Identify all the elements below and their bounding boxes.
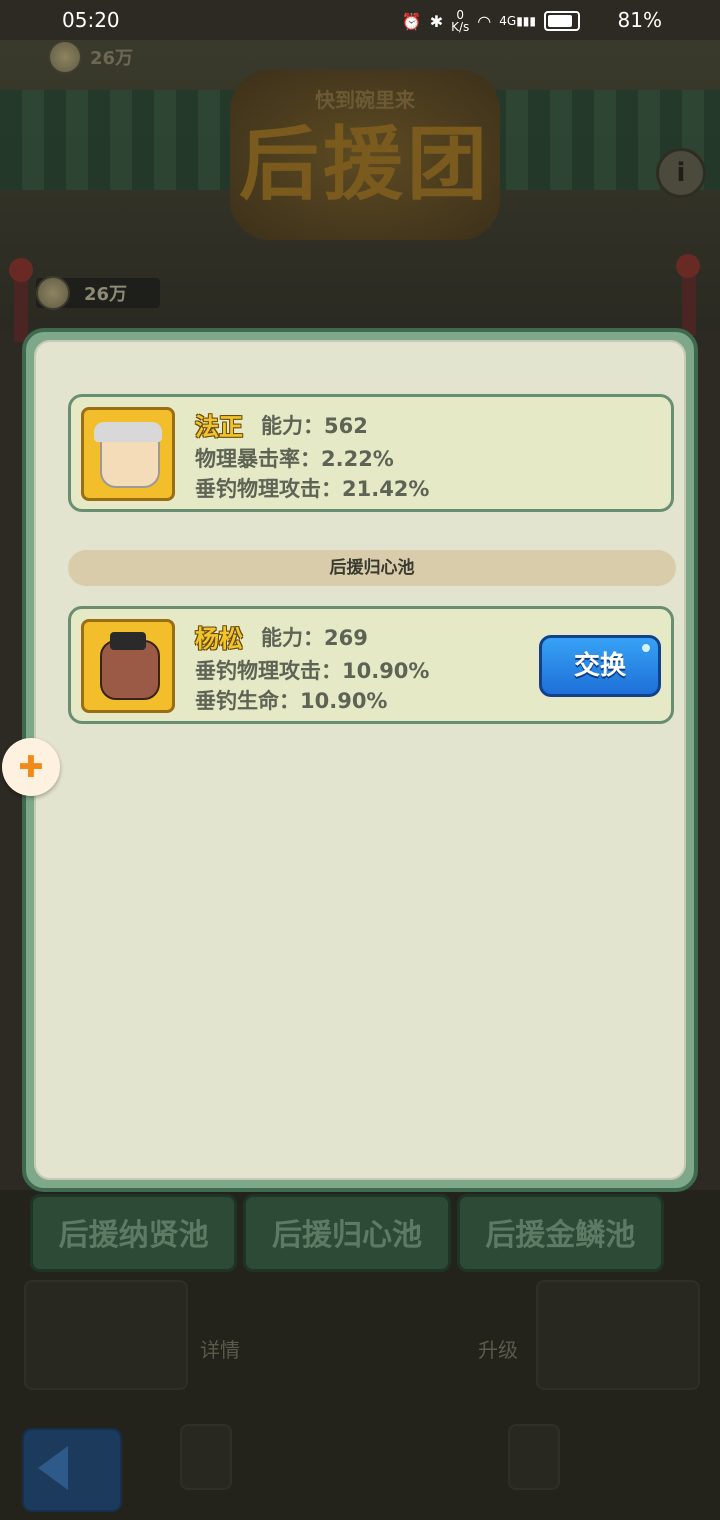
- right-knob: [676, 254, 700, 278]
- gamepad-icon[interactable]: ✚: [2, 738, 60, 796]
- wifi-icon: ◠: [477, 11, 492, 31]
- hat-decoration: [110, 632, 146, 650]
- info-icon[interactable]: i: [656, 148, 706, 198]
- hero-ability: 能力：562: [261, 414, 368, 438]
- signal-label: 4G: [499, 14, 517, 28]
- current-support-card: 法正 能力：562 物理暴击率：2.22% 垂钓物理攻击：21.42%: [68, 394, 674, 512]
- swap-dialog: 法正 能力：562 物理暴击率：2.22% 垂钓物理攻击：21.42% 后援归心…: [22, 328, 698, 1192]
- alarm-icon: ⏰: [401, 11, 422, 31]
- tab-pool-recruit[interactable]: 后援纳贤池: [30, 1194, 238, 1272]
- yangsong-portrait-icon: [81, 619, 175, 713]
- upgrade-label[interactable]: 升级: [478, 1334, 518, 1363]
- hero-stat-2: 垂钓生命：10.90%: [195, 689, 388, 713]
- tab-pool-loyalty[interactable]: 后援归心池: [243, 1194, 451, 1272]
- coin-icon: [48, 40, 82, 74]
- hero-name: 杨松: [195, 625, 243, 653]
- currency-mid-value: 26万: [84, 284, 128, 305]
- hero-stat-2: 垂钓物理攻击：21.42%: [195, 477, 430, 501]
- status-bar: 05:20 ⏰ ✱ 0 K/s ◠ 4G▮▮▮ 81%: [0, 0, 720, 44]
- back-arrow-icon: [38, 1446, 68, 1490]
- hair-decoration: [94, 422, 162, 442]
- net-speed: 0 K/s: [451, 9, 469, 33]
- swap-button-label: 交换: [573, 651, 626, 681]
- hero-ability: 能力：269: [261, 626, 368, 650]
- highlight-dot: [642, 644, 650, 652]
- currency-top-value: 26万: [90, 48, 134, 69]
- hero-name: 法正: [195, 413, 243, 441]
- portrait-slot: [180, 1424, 232, 1490]
- dialog-body: 法正 能力：562 物理暴击率：2.22% 垂钓物理攻击：21.42% 后援归心…: [34, 340, 686, 1180]
- fazheng-portrait-icon: [81, 407, 175, 501]
- status-icons: ⏰ ✱ 0 K/s ◠ 4G▮▮▮: [402, 9, 580, 33]
- battery-percent: 81%: [617, 8, 662, 32]
- tab-pool-golden[interactable]: 后援金鳞池: [456, 1194, 664, 1272]
- signal-icon: 4G▮▮▮: [499, 14, 536, 28]
- currency-display-mid: 26万: [36, 276, 160, 310]
- slot-box: [24, 1280, 188, 1390]
- pool-banner: 后援归心池: [68, 550, 676, 586]
- left-knob: [9, 258, 33, 282]
- swap-button[interactable]: 交换: [539, 635, 661, 697]
- coin-icon: [36, 276, 70, 310]
- currency-display-top: 26万: [48, 40, 133, 74]
- slot-box: [536, 1280, 700, 1390]
- back-button[interactable]: [22, 1428, 122, 1512]
- pool-tabs: 后援纳贤池 后援归心池 后援金鳞池: [30, 1194, 664, 1272]
- pool-support-card: 杨松 能力：269 垂钓物理攻击：10.90% 垂钓生命：10.90% 交换: [68, 606, 674, 724]
- detail-label[interactable]: 详情: [200, 1334, 240, 1363]
- hero-stat-1: 垂钓物理攻击：10.90%: [195, 659, 430, 683]
- portrait-slot: [508, 1424, 560, 1490]
- hero-stat-1: 物理暴击率：2.22%: [195, 447, 394, 471]
- title-subtitle: 快到碗里来: [315, 88, 415, 112]
- battery-icon: [544, 11, 580, 31]
- net-speed-unit: K/s: [451, 20, 470, 34]
- bluetooth-icon: ✱: [429, 11, 444, 31]
- status-time: 05:20: [62, 8, 120, 32]
